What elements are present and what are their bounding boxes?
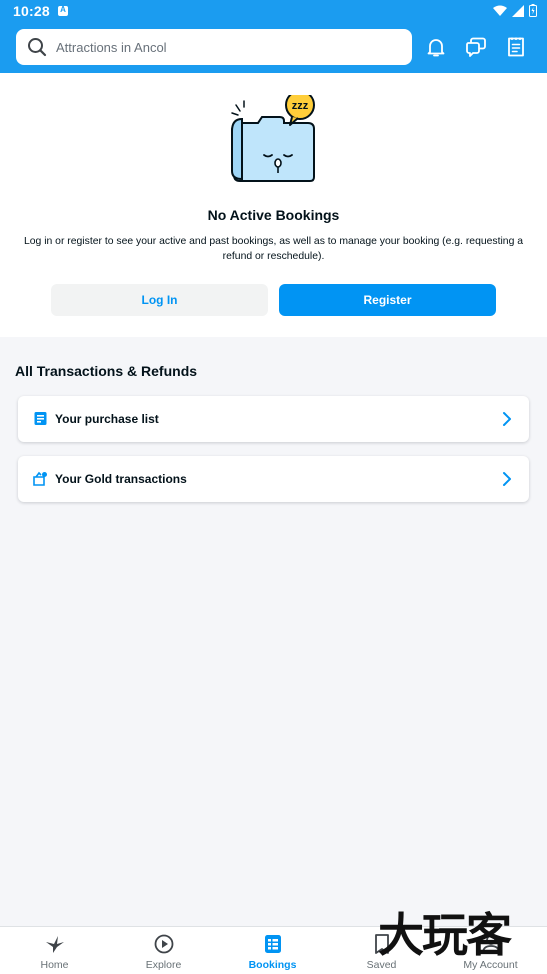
gold-transactions-item[interactable]: Your Gold transactions <box>18 456 529 502</box>
nav-explore-label: Explore <box>145 959 182 971</box>
empty-title: No Active Bookings <box>207 207 340 223</box>
empty-description: Log in or register to see your active an… <box>23 236 524 262</box>
chat-icon[interactable] <box>464 35 488 59</box>
bookings-icon <box>265 935 281 953</box>
gold-icon <box>33 471 47 486</box>
notification-letter: A <box>60 5 66 14</box>
play-circle-icon <box>154 934 174 954</box>
status-bar: 10:28 A <box>0 0 547 24</box>
nav-bookings[interactable]: Bookings <box>218 927 327 974</box>
nav-explore[interactable]: Explore <box>109 927 218 974</box>
watermark: 大玩客 <box>378 908 512 962</box>
transactions-title: All Transactions & Refunds <box>15 363 198 379</box>
login-button[interactable]: Log In <box>51 284 268 316</box>
wifi-icon <box>493 5 507 16</box>
receipt-icon[interactable] <box>504 35 528 59</box>
register-button[interactable]: Register <box>279 284 496 316</box>
search-input[interactable]: Attractions in Ancol <box>16 29 412 65</box>
search-placeholder: Attractions in Ancol <box>56 40 167 55</box>
search-icon <box>28 38 47 57</box>
empty-bookings-card: zzz No Active Bookings Log in or registe… <box>0 73 547 337</box>
chevron-right-icon <box>503 412 511 426</box>
notification-icon: A <box>58 5 68 16</box>
status-icons <box>493 4 537 17</box>
sleeping-folder-illustration: zzz <box>230 95 315 182</box>
battery-icon <box>529 4 537 17</box>
purchase-list-label: Your purchase list <box>55 412 159 426</box>
gold-transactions-label: Your Gold transactions <box>55 472 187 486</box>
purchase-list-item[interactable]: Your purchase list <box>18 396 529 442</box>
signal-icon <box>512 4 524 17</box>
svg-text:zzz: zzz <box>292 100 309 112</box>
bell-icon[interactable] <box>424 35 448 59</box>
purchase-list-icon <box>34 412 47 425</box>
nav-home[interactable]: Home <box>0 927 109 974</box>
nav-bookings-label: Bookings <box>248 959 297 971</box>
status-time: 10:28 <box>13 3 50 19</box>
app-header: 10:28 A Attractions in Ancol <box>0 0 547 73</box>
chevron-right-icon <box>503 472 511 486</box>
nav-home-label: Home <box>40 959 69 971</box>
bird-icon <box>46 936 64 953</box>
